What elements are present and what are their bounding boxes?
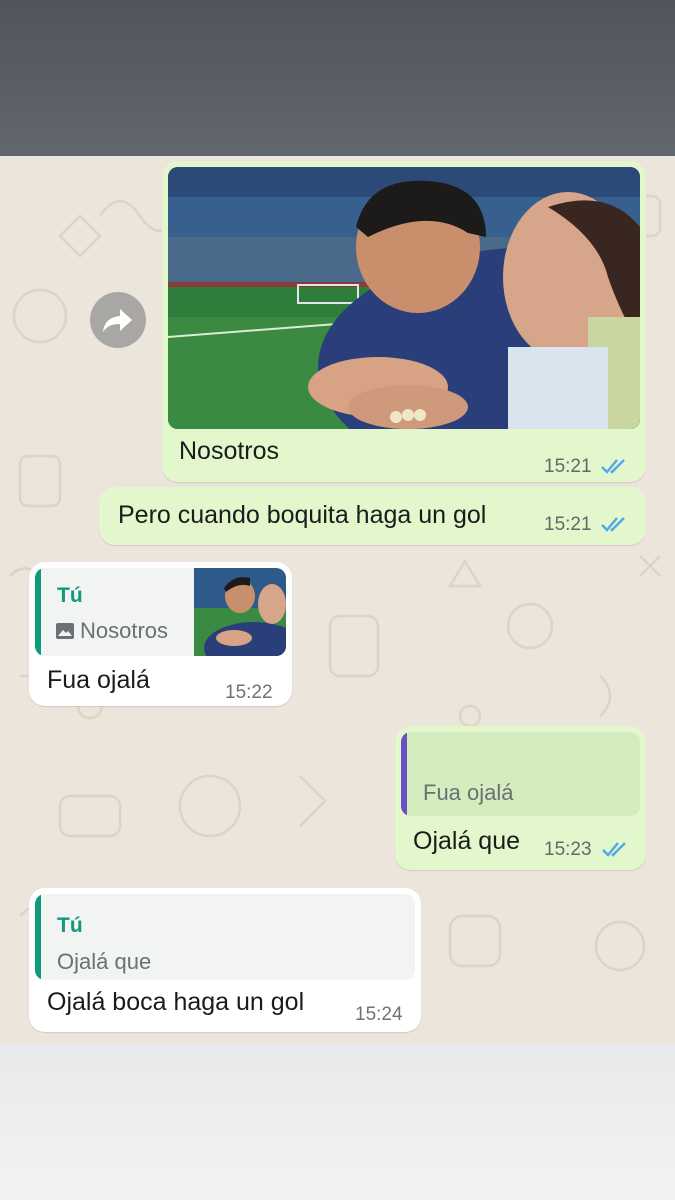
quote-author: Tú xyxy=(57,584,83,607)
quote-author: Tú xyxy=(57,914,83,937)
quote-photo-thumbnail xyxy=(194,568,286,656)
quote-bar xyxy=(35,894,41,980)
quote-text: Nosotros xyxy=(80,618,169,643)
message-text: Fua ojalá xyxy=(47,666,150,694)
message-incoming[interactable]: Tú Nosotros Fua ojalá 15:22 xyxy=(29,562,292,706)
bottom-area xyxy=(0,1044,675,1200)
quote-bar xyxy=(401,732,407,816)
message-text: Pero cuando boquita haga un gol xyxy=(118,501,487,529)
message-photo-outgoing[interactable]: Nosotros 15:21 xyxy=(162,161,646,482)
message-time: 15:24 xyxy=(355,1004,403,1025)
message-outgoing[interactable]: Fua ojalá Ojalá que 15:23 xyxy=(395,726,646,870)
status-bar-area xyxy=(0,0,675,156)
double-check-icon xyxy=(601,517,625,532)
quote-text: Fua ojalá xyxy=(423,780,514,805)
photo-thumbnail[interactable] xyxy=(168,167,640,429)
message-time: 15:21 xyxy=(544,456,592,477)
message-time: 15:22 xyxy=(225,682,273,703)
message-text: Ojalá que xyxy=(413,827,521,855)
double-check-icon xyxy=(602,842,626,857)
quoted-message[interactable]: Tú Nosotros xyxy=(35,568,286,656)
message-time: 15:23 xyxy=(544,839,592,860)
message-outgoing[interactable]: Pero cuando boquita haga un gol 15:21 xyxy=(99,487,646,545)
forward-button[interactable] xyxy=(90,292,146,348)
image-icon xyxy=(56,623,74,639)
quote-bar xyxy=(35,568,41,656)
forward-arrow-icon xyxy=(103,309,132,332)
message-time: 15:21 xyxy=(544,514,592,535)
quote-text: Ojalá que xyxy=(57,949,152,974)
message-incoming[interactable]: Tú Ojalá que Ojalá boca haga un gol 15:2… xyxy=(29,888,421,1032)
quoted-message[interactable]: Tú Ojalá que xyxy=(35,894,415,980)
double-check-icon xyxy=(601,459,625,474)
quoted-message[interactable]: Fua ojalá xyxy=(401,732,640,816)
message-text: Ojalá boca haga un gol xyxy=(47,988,305,1016)
photo-caption: Nosotros xyxy=(179,437,280,465)
photo-image xyxy=(168,167,640,429)
chat-area[interactable]: Nosotros 15:21 Pero cuando boquita haga … xyxy=(0,156,675,1044)
